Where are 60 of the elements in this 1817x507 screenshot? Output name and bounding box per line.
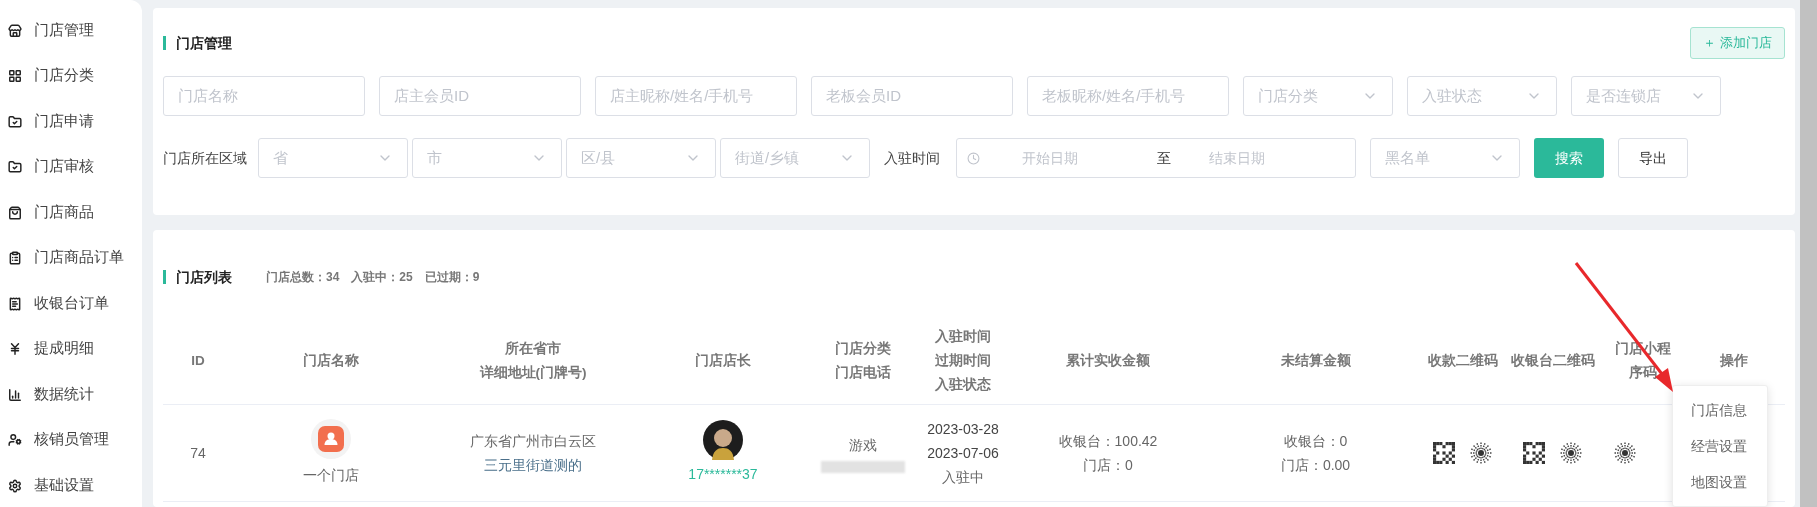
- bag-icon: [8, 205, 22, 220]
- stat-text: 门店总数：34: [266, 269, 340, 286]
- export-button[interactable]: 导出: [1618, 138, 1688, 178]
- sidebar-item[interactable]: 核销员管理: [0, 417, 142, 463]
- yen-icon: [8, 342, 22, 357]
- column-header: 收银台二维码: [1510, 352, 1596, 370]
- scrollbar[interactable]: [1800, 0, 1817, 507]
- sidebar-item[interactable]: 门店管理: [0, 8, 142, 54]
- column-header: 门店店长: [694, 352, 752, 370]
- column-header: 门店分类 门店电话: [834, 340, 892, 382]
- mini-program-code-icon[interactable]: [1613, 441, 1637, 465]
- sidebar-item[interactable]: 门店申请: [0, 99, 142, 145]
- table-cell-text: 收银台：100.42 门店：0: [1057, 432, 1159, 475]
- user-icon: [8, 433, 22, 448]
- sidebar-item[interactable]: 提成明细: [0, 326, 142, 372]
- table-cell-text: 广东省广州市白云区 三元里街道测的: [469, 432, 597, 475]
- clock-icon: [967, 151, 980, 165]
- sidebar-item[interactable]: 门店商品: [0, 190, 142, 236]
- mini-program-code-icon[interactable]: [1469, 441, 1493, 465]
- menu-item[interactable]: 经营设置: [1673, 428, 1767, 464]
- field-label: 入驻时间: [884, 148, 941, 168]
- settings-icon: [8, 478, 22, 493]
- menu-item[interactable]: 门店信息: [1673, 392, 1767, 428]
- folder-check-icon: [8, 114, 22, 129]
- sidebar-item[interactable]: 门店分类: [0, 53, 142, 99]
- table-cell-text: 2023-03-28 2023-07-06 入驻中: [926, 420, 1000, 487]
- folder-check-icon: [8, 160, 22, 175]
- mini-program-code-icon[interactable]: [1559, 441, 1583, 465]
- column-header: 未结算金额: [1279, 352, 1352, 370]
- store-icon: [8, 23, 22, 38]
- clipboard-icon: [8, 251, 22, 266]
- table-cell-text: 74: [189, 444, 207, 463]
- column-header: ID: [190, 352, 206, 370]
- table-cell-text: 游戏: [849, 436, 877, 455]
- date-range-field[interactable]: 开始日期 至 结束日期: [956, 138, 1356, 178]
- receipt-icon: [8, 296, 22, 311]
- sidebar-item[interactable]: 收银台订单: [0, 281, 142, 327]
- column-header: 门店名称: [301, 352, 360, 370]
- table-cell-text: 一个门店: [302, 466, 359, 485]
- panel-title: 门店列表: [176, 267, 232, 287]
- table-cell-text: 收银台：0 门店：0.00: [1279, 432, 1352, 475]
- column-header: 累计实收金额: [1065, 352, 1151, 370]
- column-header: 操作: [1719, 352, 1749, 370]
- store-logo-icon: [310, 419, 351, 459]
- column-header: 收款二维码: [1427, 352, 1499, 370]
- sidebar-item[interactable]: 数据统计: [0, 372, 142, 418]
- field-label: 门店所在区域: [163, 148, 248, 168]
- stat-text: 已过期：9: [424, 269, 480, 286]
- grid-icon: [8, 69, 22, 84]
- chart-icon: [8, 387, 22, 402]
- stat-text: 入驻中：25: [351, 269, 413, 286]
- menu-item[interactable]: 地图设置: [1673, 464, 1767, 500]
- sidebar-item[interactable]: 门店审核: [0, 144, 142, 190]
- qr-code-icon[interactable]: [1433, 442, 1455, 464]
- panel-title: 门店管理: [176, 33, 232, 53]
- sidebar-item[interactable]: 基础设置: [0, 463, 142, 507]
- column-header: 所在省市 详细地址(门牌号): [478, 340, 588, 382]
- sidebar-item[interactable]: 门店商品订单: [0, 235, 142, 281]
- qr-code-icon[interactable]: [1523, 442, 1545, 464]
- column-header: 入驻时间 过期时间 入驻状态: [934, 328, 992, 394]
